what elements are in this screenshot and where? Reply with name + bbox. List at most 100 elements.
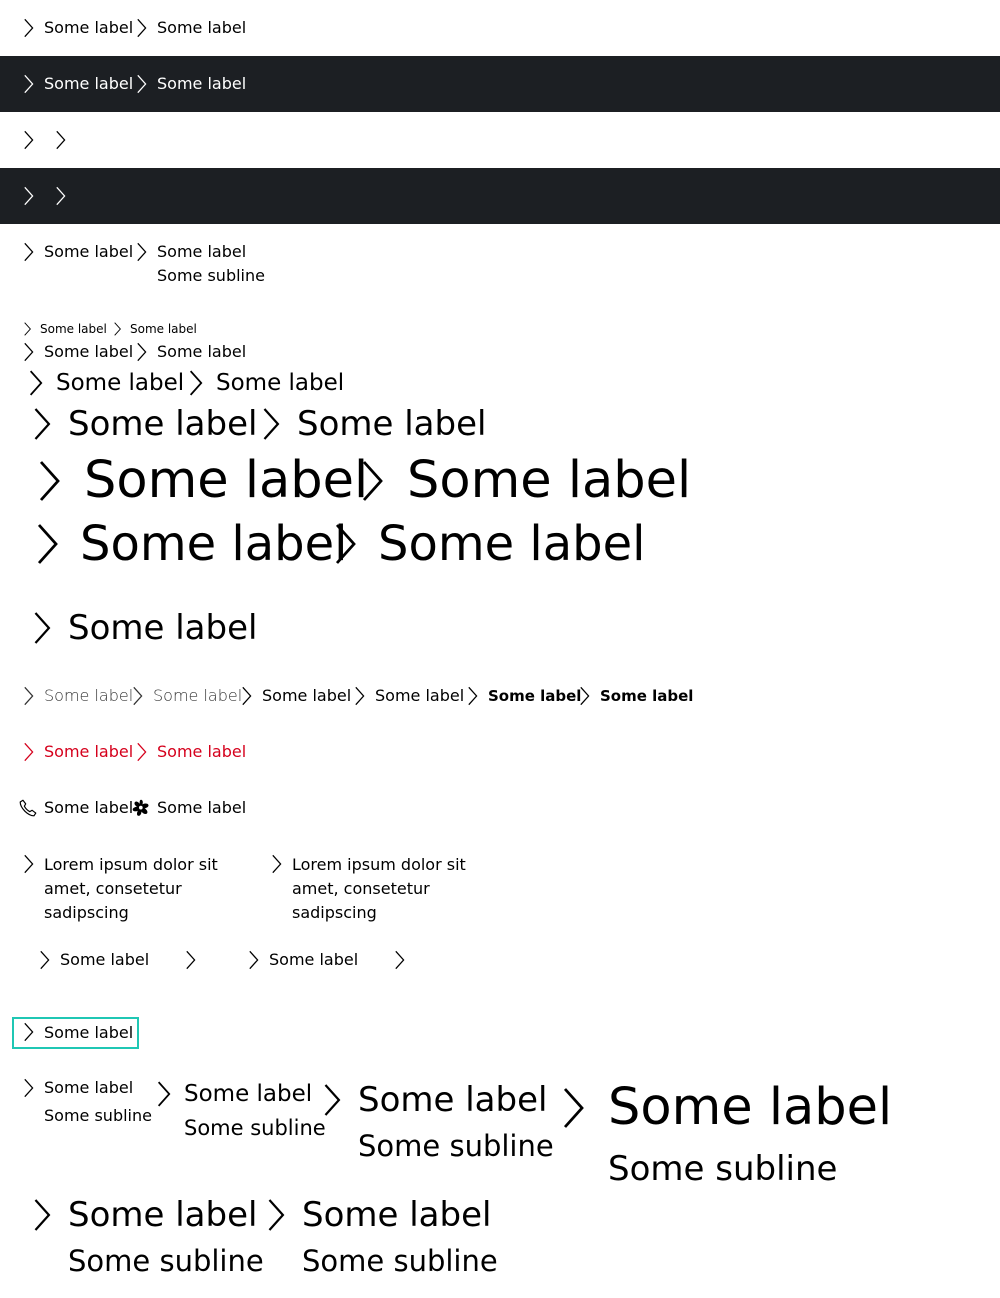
link-custom-icon-flower[interactable]: Some label	[129, 797, 246, 819]
arrow-head-right-icon	[320, 514, 368, 574]
link-label: Some label	[44, 242, 134, 261]
link-label: Some label	[44, 1023, 134, 1042]
link-size-x-large-1[interactable]: Some label	[24, 450, 368, 512]
arrow-head-right-icon	[16, 185, 40, 207]
link-label: Some label	[157, 798, 247, 817]
row-default-light: Some label Some label	[0, 0, 1000, 56]
arrow-head-right-icon	[312, 1077, 350, 1123]
arrow-head-right-icon	[22, 514, 70, 574]
link-size-small-2[interactable]: Some label	[129, 341, 246, 363]
link-icon-only-1[interactable]	[16, 129, 40, 151]
link-subline: Some subline	[608, 1149, 838, 1189]
link-label: Some label	[44, 686, 134, 705]
link-icon-only-dark-1[interactable]	[16, 185, 40, 207]
phone-icon	[16, 797, 40, 819]
arrow-head-right-icon	[16, 741, 40, 763]
link-weight-thin-1[interactable]: Some label	[16, 685, 133, 707]
link-label: Some label	[262, 686, 352, 705]
link-pure-dark-1[interactable]: Some label	[16, 73, 133, 95]
arrow-head-right-icon	[129, 241, 153, 263]
link-label: Some label	[44, 74, 134, 93]
link-size-x-large-2[interactable]: Some label	[347, 450, 691, 512]
arrow-head-right-icon	[16, 1021, 40, 1043]
link-weight-regular-2[interactable]: Some label	[347, 685, 464, 707]
link-active-2[interactable]: Some label	[129, 741, 246, 763]
link-size-x-small-1[interactable]: Some label	[18, 321, 107, 337]
link-weight-regular-1[interactable]: Some label	[234, 685, 351, 707]
row-with-subline: Some label Some label Some subline	[0, 224, 1000, 314]
link-size-x-small-2[interactable]: Some label	[108, 321, 197, 337]
link-subline-medium[interactable]: Some label Some subline	[148, 1078, 326, 1144]
link-subline: Some subline	[302, 1244, 498, 1278]
link-stretch-right-icon-2[interactable]	[387, 949, 411, 971]
link-multiline-1[interactable]: Lorem ipsum dolor sit amet, consetetur s…	[16, 853, 246, 925]
link-size-medium-1[interactable]: Some label	[20, 367, 184, 399]
link-focused[interactable]: Some label	[11, 1017, 140, 1049]
link-label: Some label	[600, 687, 694, 705]
link-pure-dark-2[interactable]: Some label	[129, 73, 246, 95]
link-size-inherit-2[interactable]: Some label	[320, 514, 645, 574]
link-subline-inherit-1[interactable]: Some label Some subline	[22, 1192, 264, 1284]
link-label: Some label	[375, 686, 465, 705]
row-icon-only-dark	[0, 168, 1000, 224]
row-icon-only-light	[0, 112, 1000, 168]
arrow-head-right-icon	[48, 185, 72, 207]
link-weight-bold-1[interactable]: Some label	[460, 685, 581, 707]
arrow-head-right-icon	[16, 1077, 40, 1099]
link-label: Some label	[130, 322, 197, 336]
arrow-head-right-icon	[22, 605, 60, 651]
arrow-head-right-icon	[548, 1077, 596, 1139]
arrow-head-right-icon	[32, 949, 56, 971]
link-pure-2[interactable]: Some label	[129, 17, 246, 39]
arrow-head-right-icon	[178, 949, 202, 971]
link-label: Some label	[302, 1195, 492, 1235]
arrow-head-right-icon	[241, 949, 265, 971]
link-subline: Some subline	[157, 266, 265, 285]
arrow-head-right-icon	[129, 341, 153, 363]
link-label: Some label	[68, 608, 258, 648]
link-label: Some label	[44, 798, 134, 817]
arrow-head-right-icon	[148, 1078, 178, 1110]
arrow-head-right-icon	[24, 450, 72, 512]
link-subline-large[interactable]: Some label Some subline	[312, 1077, 554, 1169]
link-stretch-left-2[interactable]: Some label	[241, 949, 358, 971]
link-subline: Some subline	[358, 1129, 554, 1163]
link-size-large-2[interactable]: Some label	[251, 401, 486, 447]
arrow-head-right-icon	[16, 341, 40, 363]
arrow-head-right-icon	[572, 685, 596, 707]
arrow-head-right-icon	[347, 450, 395, 512]
link-pure-1[interactable]: Some label	[16, 17, 133, 39]
arrow-head-right-icon	[264, 853, 288, 875]
link-subline-x-large[interactable]: Some label Some subline	[548, 1077, 892, 1199]
link-icon-only-2[interactable]	[48, 129, 72, 151]
link-label: Some label	[60, 950, 150, 969]
link-size-large-single[interactable]: Some label	[22, 605, 257, 651]
link-pure-with-subline[interactable]: Some label Some subline	[129, 241, 265, 287]
link-subline-small[interactable]: Some label Some subline	[16, 1077, 152, 1127]
link-size-medium-2[interactable]: Some label	[180, 367, 344, 399]
link-label: Some label	[44, 342, 134, 361]
arrow-head-right-icon	[347, 685, 371, 707]
arrow-head-right-icon	[22, 401, 60, 447]
link-multiline-2[interactable]: Lorem ipsum dolor sit amet, consetetur s…	[264, 853, 494, 925]
link-label: Some label	[44, 1078, 134, 1097]
link-stretch-right-icon-1[interactable]	[178, 949, 202, 971]
arrow-head-right-icon	[16, 685, 40, 707]
link-label: Some label	[157, 342, 247, 361]
arrow-head-right-icon	[22, 1192, 60, 1238]
link-size-large-1[interactable]: Some label	[22, 401, 257, 447]
link-pure-3[interactable]: Some label	[16, 241, 133, 263]
link-label: Some label	[153, 686, 243, 705]
link-custom-icon-phone[interactable]: Some label	[16, 797, 133, 819]
link-size-inherit-1[interactable]: Some label	[22, 514, 347, 574]
link-subline: Some subline	[44, 1106, 152, 1125]
link-label: Some label	[488, 687, 582, 705]
link-active-1[interactable]: Some label	[16, 741, 133, 763]
link-icon-only-dark-2[interactable]	[48, 185, 72, 207]
link-subline-inherit-2[interactable]: Some label Some subline	[256, 1192, 498, 1284]
link-stretch-left-1[interactable]: Some label	[32, 949, 149, 971]
link-label: Some label	[157, 742, 247, 761]
link-weight-thin-2[interactable]: Some label	[125, 685, 242, 707]
link-size-small-1[interactable]: Some label	[16, 341, 133, 363]
link-weight-bold-2[interactable]: Some label	[572, 685, 693, 707]
